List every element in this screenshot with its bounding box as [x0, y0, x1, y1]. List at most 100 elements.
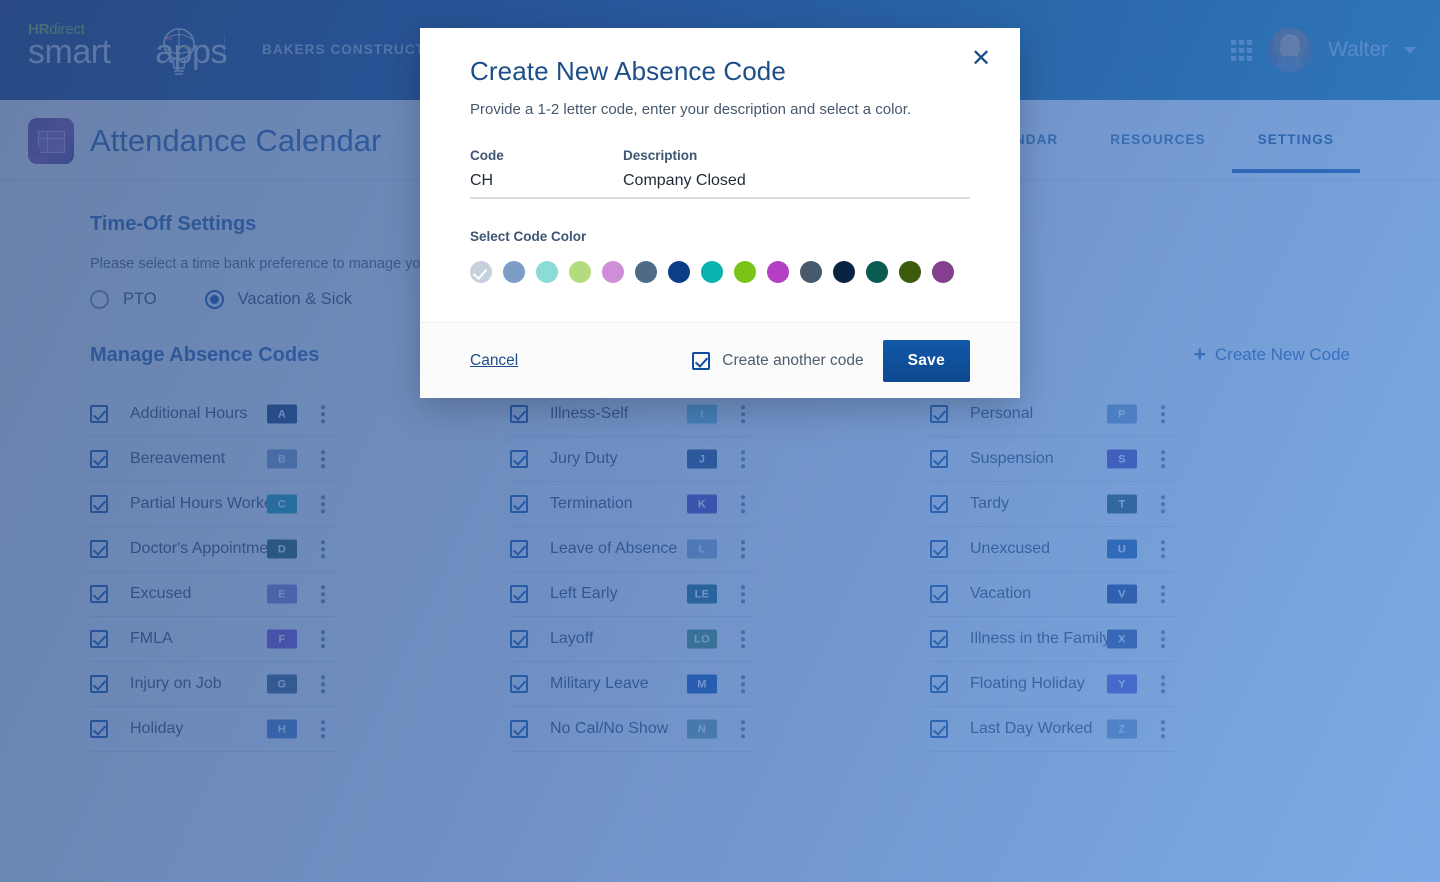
radio-option-vacation-sick[interactable]: Vacation & Sick: [204, 290, 352, 309]
kebab-menu-icon[interactable]: [321, 405, 325, 423]
kebab-menu-icon[interactable]: [1161, 720, 1165, 738]
kebab-menu-icon[interactable]: [741, 675, 745, 693]
kebab-menu-icon[interactable]: [1161, 675, 1165, 693]
kebab-menu-icon[interactable]: [741, 720, 745, 738]
code-enabled-checkbox[interactable]: [930, 630, 948, 648]
code-enabled-checkbox[interactable]: [90, 630, 108, 648]
create-another-checkbox[interactable]: [692, 351, 711, 370]
kebab-menu-icon[interactable]: [321, 675, 325, 693]
code-badge: LE: [687, 584, 717, 604]
code-enabled-checkbox[interactable]: [930, 585, 948, 603]
color-swatch-4[interactable]: [602, 261, 624, 283]
code-name-label: FMLA: [130, 630, 173, 647]
code-enabled-checkbox[interactable]: [510, 675, 528, 693]
absence-codes-columns: Additional Hours A Bereavement B Partial Hou…: [90, 392, 1352, 752]
code-name-label: Military Leave: [550, 675, 649, 692]
code-enabled-checkbox[interactable]: [930, 405, 948, 423]
color-swatch-9[interactable]: [767, 261, 789, 283]
code-enabled-checkbox[interactable]: [90, 450, 108, 468]
kebab-menu-icon[interactable]: [741, 450, 745, 468]
kebab-menu-icon[interactable]: [1161, 540, 1165, 558]
code-enabled-checkbox[interactable]: [90, 585, 108, 603]
radio-pto-circle[interactable]: [90, 290, 109, 309]
color-swatch-0[interactable]: [470, 261, 492, 283]
kebab-menu-icon[interactable]: [1161, 630, 1165, 648]
code-enabled-checkbox[interactable]: [510, 720, 528, 738]
table-row: Injury on Job G: [90, 662, 335, 707]
color-swatch-3[interactable]: [569, 261, 591, 283]
kebab-menu-icon[interactable]: [1161, 405, 1165, 423]
code-enabled-checkbox[interactable]: [930, 540, 948, 558]
kebab-menu-icon[interactable]: [321, 450, 325, 468]
color-swatch-11[interactable]: [833, 261, 855, 283]
save-button[interactable]: Save: [882, 339, 970, 382]
table-row: Termination K: [510, 482, 755, 527]
kebab-menu-icon[interactable]: [1161, 495, 1165, 513]
code-enabled-checkbox[interactable]: [930, 495, 948, 513]
code-enabled-checkbox[interactable]: [510, 405, 528, 423]
code-name-label: Holiday: [130, 720, 184, 737]
code-enabled-checkbox[interactable]: [930, 450, 948, 468]
description-input[interactable]: [623, 172, 970, 199]
app-root: HRdirect smart apps BAKERS CONSTRUCTION: [0, 0, 1440, 882]
dialog-subtitle: Provide a 1-2 letter code, enter your de…: [470, 101, 912, 118]
code-enabled-checkbox[interactable]: [510, 495, 528, 513]
tab-resources[interactable]: RESOURCES: [1084, 128, 1231, 173]
color-swatch-14[interactable]: [932, 261, 954, 283]
kebab-menu-icon[interactable]: [741, 630, 745, 648]
kebab-menu-icon[interactable]: [741, 585, 745, 603]
kebab-menu-icon[interactable]: [1161, 585, 1165, 603]
color-swatch-10[interactable]: [800, 261, 822, 283]
table-row: Illness in the Family X: [930, 617, 1175, 662]
apps-grid-icon[interactable]: [1231, 39, 1253, 61]
code-name-label: Last Day Worked: [970, 720, 1093, 737]
color-swatch-5[interactable]: [635, 261, 657, 283]
color-swatch-12[interactable]: [866, 261, 888, 283]
code-enabled-checkbox[interactable]: [510, 585, 528, 603]
code-enabled-checkbox[interactable]: [510, 450, 528, 468]
chevron-down-icon[interactable]: [1404, 46, 1416, 54]
kebab-menu-icon[interactable]: [1161, 450, 1165, 468]
table-row: Leave of Absence L: [510, 527, 755, 572]
code-enabled-checkbox[interactable]: [510, 540, 528, 558]
code-enabled-checkbox[interactable]: [90, 495, 108, 513]
table-row: FMLA F: [90, 617, 335, 662]
kebab-menu-icon[interactable]: [741, 495, 745, 513]
create-new-code-button[interactable]: + Create New Code: [1194, 344, 1350, 365]
kebab-menu-icon[interactable]: [741, 540, 745, 558]
color-swatch-8[interactable]: [734, 261, 756, 283]
radio-option-pto[interactable]: PTO: [90, 290, 157, 309]
code-name-label: Tardy: [970, 495, 1010, 512]
code-badge: D: [267, 539, 297, 559]
radio-vacation-sick-circle[interactable]: [204, 290, 224, 309]
code-enabled-checkbox[interactable]: [90, 405, 108, 423]
close-icon[interactable]: ✕: [968, 46, 994, 72]
dialog-footer-right: Create another code Save: [692, 339, 970, 382]
code-enabled-checkbox[interactable]: [90, 720, 108, 738]
color-swatch-2[interactable]: [536, 261, 558, 283]
color-swatch-6[interactable]: [668, 261, 690, 283]
kebab-menu-icon[interactable]: [321, 495, 325, 513]
kebab-menu-icon[interactable]: [321, 540, 325, 558]
tab-settings[interactable]: SETTINGS: [1231, 128, 1361, 173]
code-enabled-checkbox[interactable]: [930, 675, 948, 693]
cancel-button[interactable]: Cancel: [470, 352, 518, 370]
code-name-label: No Cal/No Show: [550, 720, 669, 737]
kebab-menu-icon[interactable]: [321, 585, 325, 603]
kebab-menu-icon[interactable]: [741, 405, 745, 423]
code-enabled-checkbox[interactable]: [930, 720, 948, 738]
color-swatch-1[interactable]: [503, 261, 525, 283]
brand-logo[interactable]: HRdirect smart apps: [28, 22, 228, 80]
color-swatch-13[interactable]: [899, 261, 921, 283]
code-enabled-checkbox[interactable]: [510, 630, 528, 648]
kebab-menu-icon[interactable]: [321, 720, 325, 738]
avatar[interactable]: [1268, 28, 1313, 72]
create-another-code-toggle[interactable]: Create another code: [692, 351, 864, 370]
code-input[interactable]: [470, 172, 623, 199]
code-badge: S: [1107, 449, 1137, 469]
kebab-menu-icon[interactable]: [321, 630, 325, 648]
code-enabled-checkbox[interactable]: [90, 540, 108, 558]
color-swatch-7[interactable]: [701, 261, 723, 283]
table-row: Illness-Self I: [510, 392, 755, 437]
code-enabled-checkbox[interactable]: [90, 675, 108, 693]
